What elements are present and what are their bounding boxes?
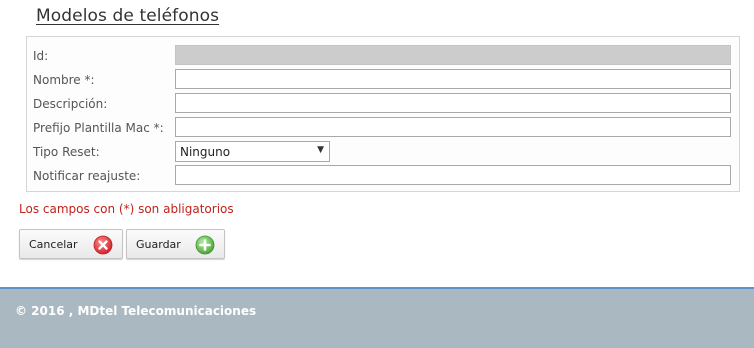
notificar-reajuste-label: Notificar reajuste:	[33, 169, 141, 183]
tipo-reset-selected-value: Ninguno	[180, 145, 231, 159]
phone-model-form: Id: Nombre *: Descripción: Prefijo Plant…	[26, 36, 740, 192]
id-label: Id:	[33, 49, 49, 63]
cancel-button-label: Cancelar	[29, 238, 78, 251]
tipo-reset-select[interactable]: Ninguno ▼	[175, 141, 330, 162]
form-row-descripcion: Descripción:	[27, 93, 739, 115]
descripcion-label: Descripción:	[33, 97, 108, 111]
form-row-id: Id:	[27, 45, 739, 67]
nombre-label: Nombre *:	[33, 73, 95, 87]
cancel-button[interactable]: Cancelar	[19, 229, 123, 259]
descripcion-field[interactable]	[175, 93, 731, 113]
prefijo-plantilla-mac-field[interactable]	[175, 117, 731, 137]
footer: © 2016 , MDtel Telecomunicaciones	[0, 287, 754, 348]
plus-circle-icon	[195, 235, 215, 255]
tipo-reset-label: Tipo Reset:	[33, 145, 100, 159]
page-title: Modelos de teléfonos	[36, 6, 220, 26]
prefijo-plantilla-mac-label: Prefijo Plantilla Mac *:	[33, 121, 164, 135]
form-row-nombre: Nombre *:	[27, 69, 739, 91]
save-button-label: Guardar	[136, 238, 181, 251]
required-fields-note: Los campos con (*) son abligatorios	[19, 202, 234, 216]
id-field	[175, 45, 731, 65]
chevron-down-icon: ▼	[317, 145, 324, 155]
save-button[interactable]: Guardar	[126, 229, 225, 259]
form-row-notificar: Notificar reajuste:	[27, 165, 739, 187]
form-row-tipo-reset: Tipo Reset: Ninguno ▼	[27, 141, 739, 163]
nombre-field[interactable]	[175, 69, 731, 89]
form-row-prefijo: Prefijo Plantilla Mac *:	[27, 117, 739, 139]
notificar-reajuste-field[interactable]	[175, 165, 731, 185]
close-circle-icon	[93, 235, 113, 255]
footer-copyright: © 2016 , MDtel Telecomunicaciones	[15, 304, 257, 318]
